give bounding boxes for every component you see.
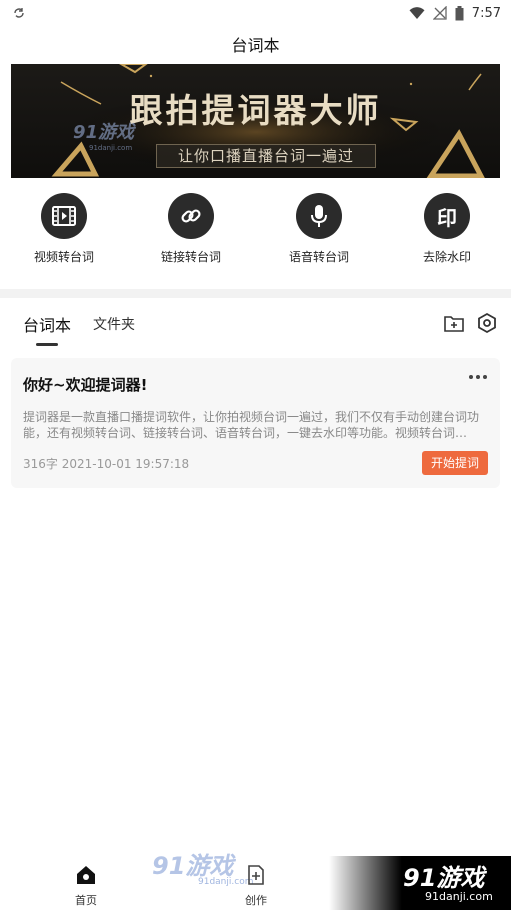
link-to-script-button[interactable]: 链接转台词: [136, 193, 246, 265]
new-folder-icon[interactable]: [443, 312, 465, 334]
script-title: 你好~欢迎提词器!: [23, 376, 148, 394]
sync-icon: [14, 8, 24, 18]
remove-watermark-button[interactable]: 印 去除水印: [392, 193, 502, 265]
tab-bar: 台词本 文件夹: [0, 312, 511, 348]
wifi-icon: [409, 7, 425, 19]
brand-domain: 91danji.com: [425, 890, 493, 903]
banner-watermark-domain: 91danji.com: [89, 144, 133, 152]
status-bar: 7:57: [0, 0, 511, 26]
banner-watermark-text: 91游戏: [73, 122, 135, 143]
voice-to-script-label: 语音转台词: [288, 250, 349, 264]
link-icon: [181, 209, 201, 223]
script-preview: 提词器是一款直播口播提词软件，让你拍视频台词一遍过，我们不仅有手动创建台词功能，…: [23, 410, 480, 440]
battery-icon: [455, 5, 464, 20]
home-icon: [77, 866, 95, 884]
banner-subtitle: 让你口播直播台词一遍过: [156, 144, 376, 168]
tab-folders[interactable]: 文件夹: [93, 314, 135, 334]
link-to-script-icon-circle: [168, 193, 214, 239]
film-icon: [52, 206, 76, 226]
more-options-icon[interactable]: [466, 368, 490, 386]
script-card[interactable]: 你好~欢迎提词器! 提词器是一款直播口播提词软件，让你拍视频台词一遍过，我们不仅…: [11, 358, 500, 488]
section-divider: [0, 289, 511, 298]
page-title: 台词本: [231, 36, 280, 55]
tools-row: 视频转台词 链接转台词 语音转台词 印 去除水印: [0, 193, 511, 273]
voice-to-script-button[interactable]: 语音转台词: [264, 193, 374, 265]
settings-icon[interactable]: [476, 312, 498, 334]
no-signal-icon: [432, 6, 447, 20]
stamp-icon: 印: [437, 205, 457, 230]
microphone-icon: [311, 205, 327, 227]
nav-watermark-text: 91游戏: [152, 852, 234, 880]
bottom-nav: 首页 91游戏 91danji.com 创作 91游戏 91danji.com: [0, 852, 511, 910]
nav-home[interactable]: 首页: [56, 864, 116, 908]
video-to-script-label: 视频转台词: [33, 250, 94, 264]
active-tab-indicator: [36, 343, 58, 346]
promo-banner[interactable]: 跟拍提词器大师 让你口播直播台词一遍过 91游戏 91danji.com: [11, 64, 500, 178]
video-to-script-icon-circle: [41, 193, 87, 239]
status-time: 7:57: [471, 5, 501, 21]
remove-watermark-label: 去除水印: [422, 250, 471, 264]
nav-home-label: 首页: [75, 894, 97, 907]
start-prompt-button[interactable]: 开始提词: [422, 451, 488, 475]
link-to-script-label: 链接转台词: [160, 250, 221, 264]
status-left: [12, 6, 26, 20]
nav-create[interactable]: 创作: [226, 864, 286, 908]
video-to-script-button[interactable]: 视频转台词: [9, 193, 119, 265]
remove-watermark-icon-circle: 印: [424, 193, 470, 239]
voice-to-script-icon-circle: [296, 193, 342, 239]
status-right: 7:57: [409, 5, 501, 21]
script-meta: 316字 2021-10-01 19:57:18: [23, 457, 190, 471]
create-icon: [248, 865, 264, 885]
tab-scripts[interactable]: 台词本: [23, 312, 71, 336]
banner-watermark: 91游戏 91danji.com: [73, 118, 134, 152]
nav-create-label: 创作: [245, 894, 267, 907]
brand-logo: 91游戏 91danji.com: [329, 856, 511, 910]
brand-name: 91游戏: [403, 864, 485, 892]
